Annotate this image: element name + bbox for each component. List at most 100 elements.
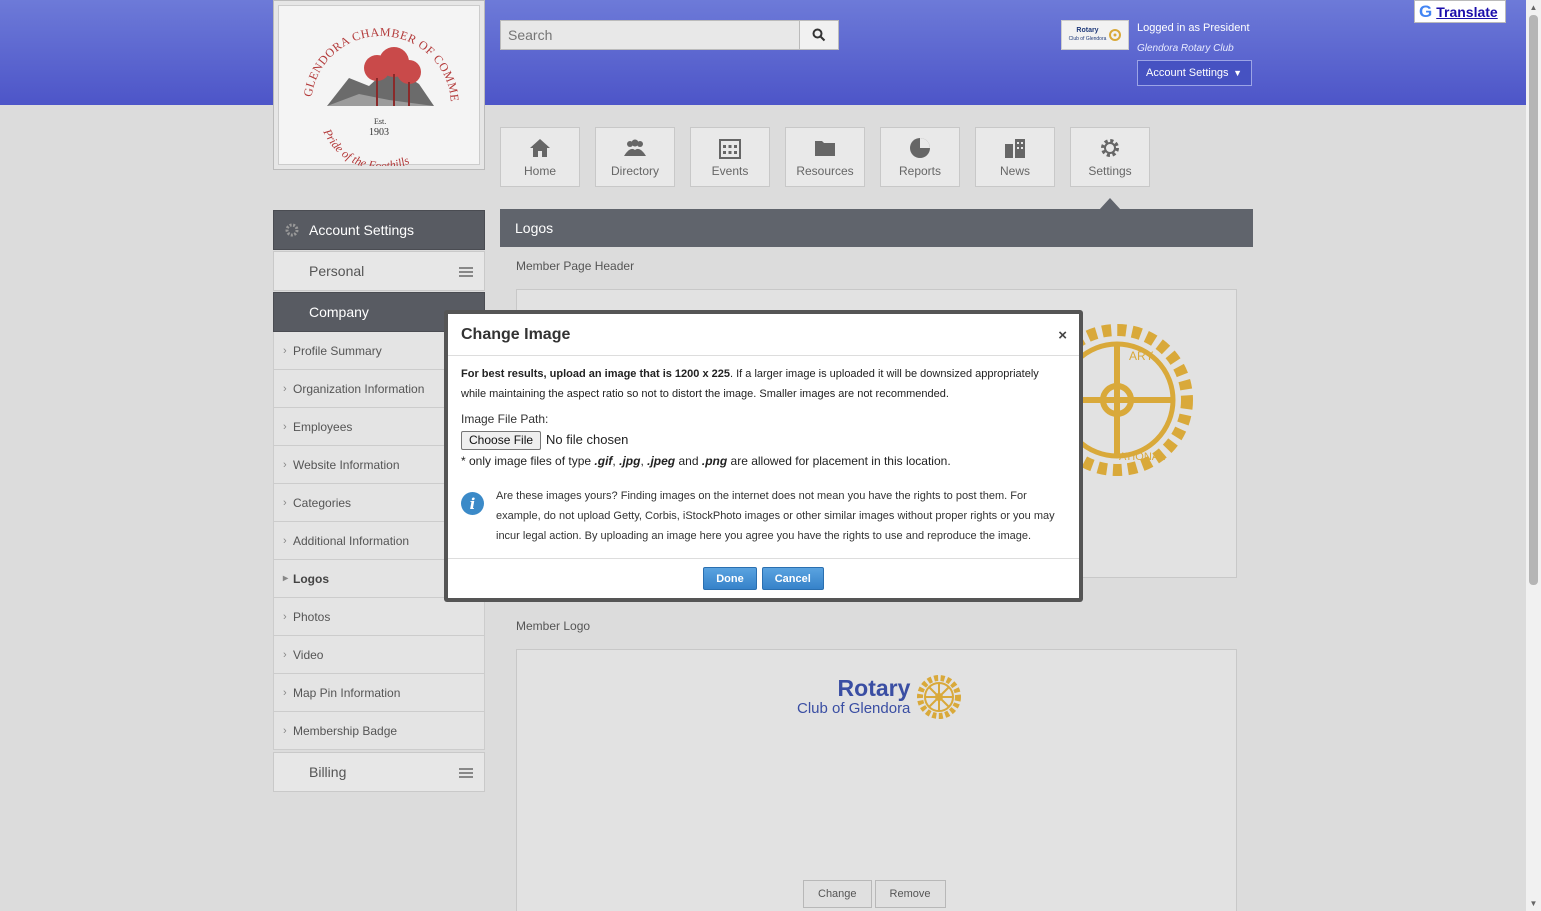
ext-png: .png [701,454,728,468]
translate-link[interactable]: Translate [1436,4,1497,20]
logo-est-year: 1903 [369,127,389,138]
ext-gif: .gif [594,454,613,468]
nav-news[interactable]: News [975,127,1055,187]
member-page-header-label: Member Page Header [516,259,635,273]
sidebar-item-label: Map Pin Information [293,685,401,700]
rotary-club-logo: Rotary Club of Glendora [797,674,962,720]
scroll-thumb[interactable] [1529,15,1538,585]
nav-events[interactable]: Events [690,127,770,187]
search-bar [500,20,839,50]
sidebar-item-label: Organization Information [293,381,425,396]
nav-settings[interactable]: Settings [1070,127,1150,187]
change-logo-button[interactable]: Change [803,880,872,908]
cancel-button[interactable]: Cancel [761,567,824,590]
nav-reports[interactable]: Reports [880,127,960,187]
nav-resources[interactable]: Resources [785,127,865,187]
file-path-label: Image File Path: [461,412,549,426]
google-translate-widget[interactable]: G Translate [1414,0,1506,23]
club-badge-text: Rotary [1076,27,1099,34]
sidebar-item-label: Categories [293,495,352,510]
sidebar-section-personal[interactable]: Personal [273,251,485,291]
sidebar-item-label: Employees [293,419,353,434]
info-icon: i [461,492,484,515]
rights-notice: i Are these images yours? Finding images… [461,486,1066,546]
rotary-wheel-icon [1109,29,1122,41]
calendar-icon [719,139,741,159]
modal-title: Change Image [448,314,1079,356]
search-button[interactable] [799,20,839,50]
close-icon[interactable]: × [1058,327,1067,344]
scroll-down-arrow-icon[interactable]: ▼ [1526,896,1541,911]
sidebar-item-membership-badge[interactable]: Membership Badge [273,712,485,750]
logo-motto: Pride of the Foothills [320,126,412,173]
chevron-down-icon: ▼ [1233,68,1242,78]
menu-lines-icon [459,768,473,778]
header-bar [0,0,1526,105]
member-logo-panel: Rotary Club of Glendora Change Remove [516,649,1237,911]
club-name: Glendora Rotary Club [1137,43,1234,54]
buildings-icon [1005,139,1025,158]
sidebar-section-label: Personal [309,263,365,279]
logo-text-club: Club of Glendora [797,700,911,717]
nav-directory[interactable]: Directory [595,127,675,187]
sidebar-item-label: Profile Summary [293,343,382,358]
choose-file-button[interactable]: Choose File [461,430,542,450]
nav-events-label: Events [711,164,749,178]
menu-lines-icon [459,267,473,277]
logo-est-label: Est. [374,117,386,126]
content-title-bar: Logos [500,209,1253,247]
pie-chart-icon [910,138,930,158]
club-badge-subtext: Club of Glendora [1068,36,1107,42]
note-comma: , [612,454,616,468]
sidebar-header: Account Settings [273,210,485,250]
note-comma: , [640,454,644,468]
note-and: and [678,454,699,468]
svg-text:Pride of the Foothills: Pride of the Foothills [320,126,412,166]
file-type-note: * only image files of type .gif, .jpg, .… [461,451,1066,471]
logged-in-text: Logged in as President [1137,22,1250,34]
club-badge: Rotary Club of Glendora [1061,20,1129,50]
gear-icon [1101,139,1119,157]
sidebar-item-label: Logos [293,571,329,586]
done-button[interactable]: Done [703,567,757,590]
logo-text-rotary: Rotary [837,675,911,701]
search-icon [812,28,826,42]
home-icon [530,139,550,157]
logo-actions: Change Remove [803,880,946,908]
rotary-wheel-icon [917,675,962,719]
nav-home-label: Home [523,164,556,178]
gear-icon [285,223,299,237]
account-settings-dropdown[interactable]: Account Settings ▼ [1137,60,1252,86]
nav-resources-label: Resources [796,164,854,178]
page-scrollbar[interactable]: ▲ ▼ [1526,0,1541,911]
sidebar-section-billing[interactable]: Billing [273,752,485,792]
sidebar-item-label: Video [293,647,324,662]
change-image-modal: Change Image × For best results, upload … [444,310,1083,602]
nav-home[interactable]: Home [500,127,580,187]
nav-news-label: News [999,164,1030,178]
sidebar-item-photos[interactable]: Photos [273,598,485,636]
nav-settings-label: Settings [1088,164,1132,178]
note-suffix: are allowed for placement in this locati… [730,454,951,468]
modal-intro: For best results, upload an image that i… [461,364,1066,404]
sidebar-item-map-pin-information[interactable]: Map Pin Information [273,674,485,712]
sidebar-item-label: Additional Information [293,533,410,548]
nav-directory-label: Directory [610,164,659,178]
sidebar-section-label: Billing [309,764,347,780]
modal-footer: Done Cancel [448,558,1079,598]
sidebar-item-video[interactable]: Video [273,636,485,674]
chamber-logo[interactable]: GLENDORA CHAMBER OF COMMERCE Est. 1903 P… [273,0,485,173]
file-status: No file chosen [546,432,629,447]
scroll-up-arrow-icon[interactable]: ▲ [1526,0,1541,15]
sidebar-item-label: Photos [293,609,331,624]
sidebar-section-label: Company [309,304,369,320]
member-logo-label: Member Logo [516,619,591,633]
page-title: Logos [515,220,554,236]
rights-notice-text: Are these images yours? Finding images o… [496,490,1055,542]
remove-logo-button[interactable]: Remove [874,880,946,908]
ext-jpg: .jpg [619,454,641,468]
nav-reports-label: Reports [898,164,942,178]
search-input[interactable] [500,20,799,50]
note-prefix: * only image files of type [461,454,592,468]
sidebar-item-label: Membership Badge [293,723,398,738]
